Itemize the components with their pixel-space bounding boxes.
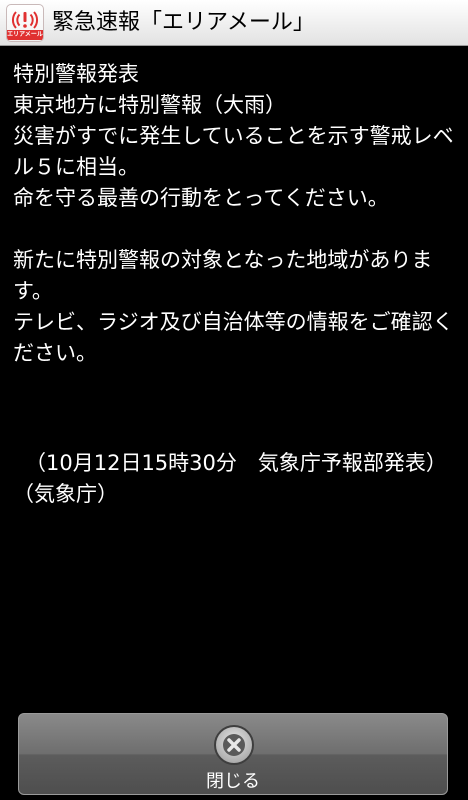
- app-icon-label: エリアメール: [7, 30, 43, 40]
- emergency-alert-icon: エリアメール: [6, 4, 44, 42]
- close-button[interactable]: 閉じる: [18, 713, 448, 795]
- message-line-heading: 特別警報発表: [13, 62, 139, 86]
- message-line-region: 東京地方に特別警報（大雨）: [13, 93, 286, 117]
- message-line-check-info: テレビ、ラジオ及び自治体等の情報をご確認ください。: [13, 310, 454, 365]
- alert-message: 特別警報発表 東京地方に特別警報（大雨） 災害がすでに発生していることを示す警戒…: [13, 59, 458, 510]
- title-bar: エリアメール 緊急速報「エリアメール」: [0, 0, 468, 46]
- message-line-issued: （10月12日15時30分 気象庁予報部発表）: [25, 451, 447, 475]
- message-line-level: 災害がすでに発生していることを示す警戒レベル５に相当。: [13, 124, 454, 179]
- window-title: 緊急速報「エリアメール」: [52, 10, 315, 35]
- close-icon: [214, 725, 254, 765]
- close-button-label: 閉じる: [206, 771, 260, 792]
- message-line-action: 命を守る最善の行動をとってください。: [13, 186, 389, 210]
- message-line-new-area: 新たに特別警報の対象となった地域があります。: [13, 248, 433, 303]
- message-line-agency: （気象庁）: [13, 482, 118, 506]
